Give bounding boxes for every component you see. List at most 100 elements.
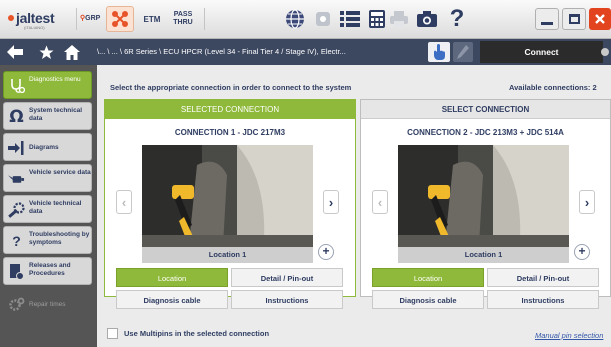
- grp-label: GRP: [85, 15, 101, 22]
- detail-pinout-button[interactable]: Detail / Pin-out: [487, 268, 599, 287]
- logo-subtext: (ITALIANO): [24, 25, 45, 30]
- toolbar-divider: [204, 8, 205, 30]
- instructions-button[interactable]: Instructions: [487, 290, 599, 309]
- manual-mode-button[interactable]: [428, 42, 450, 62]
- sidebar-item-vehicle-technical-data[interactable]: Vehicle technical data: [3, 195, 92, 223]
- location-button[interactable]: Location: [116, 268, 228, 287]
- multipins-checkbox[interactable]: [107, 328, 118, 339]
- connector-location-photo: [398, 145, 569, 263]
- etm-button[interactable]: ETM: [138, 6, 166, 32]
- previous-location-button[interactable]: ‹: [372, 190, 388, 214]
- sidebar-item-troubleshooting[interactable]: ? Troubleshooting by symptoms: [3, 226, 92, 254]
- sidebar-item-label: Diagnostics menu: [29, 76, 81, 83]
- location-label: Location 1: [142, 247, 313, 263]
- pass-label-2: THRU: [173, 19, 193, 26]
- zoom-in-button[interactable]: +: [318, 244, 334, 260]
- connect-button[interactable]: Connect: [480, 41, 603, 63]
- pass-thru-button[interactable]: PASS THRU: [169, 6, 197, 32]
- sidebar-item-vehicle-service-data[interactable]: Vehicle service data: [3, 164, 92, 192]
- panel-header: SELECT CONNECTION: [361, 100, 610, 119]
- multipins-option[interactable]: Use Multipins in the selected connection: [107, 328, 269, 339]
- help-button[interactable]: ?: [444, 6, 470, 32]
- sidebar-item-label: Diagrams: [29, 144, 59, 151]
- zoom-in-button[interactable]: +: [574, 244, 590, 260]
- instruction-text: Select the appropriate connection in ord…: [110, 83, 352, 92]
- oil-can-icon: [8, 171, 25, 186]
- sidebar-item-diagrams[interactable]: Diagrams: [3, 133, 92, 161]
- pencil-icon: [457, 45, 469, 59]
- sidebar-item-label: Vehicle service data: [29, 169, 91, 176]
- top-toolbar: jaltest (ITALIANO) ⚲GRP ETM PASS THRU ?: [0, 0, 611, 39]
- location-button[interactable]: Location: [372, 268, 484, 287]
- next-location-button[interactable]: ›: [323, 190, 339, 214]
- stethoscope-icon: [8, 78, 25, 93]
- connection-title: CONNECTION 1 - JDC 217M3: [174, 128, 286, 137]
- sidebar-item-label: Repair times: [29, 301, 66, 308]
- camera-button[interactable]: [414, 7, 440, 31]
- connection-panel-1[interactable]: SELECTED CONNECTION CONNECTION 1 - JDC 2…: [104, 99, 356, 309]
- list-button[interactable]: [337, 7, 363, 31]
- logo-dot-icon: [8, 15, 14, 21]
- logo-text: jaltest: [16, 10, 55, 26]
- internet-button[interactable]: [282, 7, 308, 31]
- breadcrumb: \... \ ... \ 6R Series \ ECU HPCR (Level…: [97, 47, 346, 56]
- home-button[interactable]: [64, 44, 80, 60]
- tag-icon: [316, 12, 330, 26]
- connection-title: CONNECTION 2 - JDC 213M3 + JDC 514A: [407, 128, 564, 137]
- sidebar: Diagnostics menu Ω System technical data…: [0, 65, 97, 347]
- detail-pinout-button[interactable]: Detail / Pin-out: [231, 268, 343, 287]
- previous-location-button[interactable]: ‹: [116, 190, 132, 214]
- manual-pin-selection-link[interactable]: Manual pin selection: [535, 331, 603, 340]
- globe-icon: [286, 9, 304, 29]
- back-button[interactable]: [7, 44, 23, 60]
- minimize-button[interactable]: [535, 8, 559, 30]
- diagram-arrow-icon: [8, 140, 25, 155]
- network-tool-button[interactable]: [106, 6, 134, 32]
- diagnosis-cable-button[interactable]: Diagnosis cable: [372, 290, 484, 309]
- available-connections-count: Available connections: 2: [509, 83, 597, 92]
- favorites-button[interactable]: [38, 44, 54, 60]
- sidebar-item-repair-times: Repair times: [3, 290, 92, 318]
- main-content: Select the appropriate connection in ord…: [97, 65, 611, 347]
- wrench-gear-icon: [8, 201, 25, 218]
- document-gear-icon: [8, 263, 25, 280]
- sidebar-item-system-technical-data[interactable]: Ω System technical data: [3, 102, 92, 130]
- grp-button[interactable]: ⚲GRP: [76, 8, 102, 30]
- jaltest-logo: jaltest (ITALIANO): [6, 8, 76, 30]
- navigation-bar: \... \ ... \ 6R Series \ ECU HPCR (Level…: [0, 39, 611, 65]
- sidebar-item-diagnostics-menu[interactable]: Diagnostics menu: [3, 71, 92, 99]
- sidebar-item-label: Troubleshooting by symptoms: [29, 231, 90, 246]
- minimize-icon: [541, 21, 553, 25]
- camera-icon: [417, 11, 437, 27]
- star-icon: [39, 45, 53, 59]
- question-gear-icon: ?: [12, 232, 21, 249]
- hand-pointer-icon: [434, 44, 445, 60]
- close-button[interactable]: [589, 8, 611, 30]
- panel-header: SELECTED CONNECTION: [105, 100, 355, 119]
- instructions-button[interactable]: Instructions: [231, 290, 343, 309]
- arrow-left-icon: [7, 45, 23, 59]
- connector-location-photo: [142, 145, 313, 263]
- connection-status-indicator: [601, 48, 609, 56]
- diagnosis-cable-button[interactable]: Diagnosis cable: [116, 290, 228, 309]
- tag-button[interactable]: [310, 7, 336, 31]
- calculator-icon: [369, 10, 385, 28]
- edit-button[interactable]: [453, 42, 473, 62]
- location-label: Location 1: [398, 247, 569, 263]
- home-icon: [64, 44, 80, 60]
- sidebar-item-label: Releases and Procedures: [29, 262, 71, 277]
- next-location-button[interactable]: ›: [579, 190, 595, 214]
- maximize-button[interactable]: [562, 8, 586, 30]
- network-icon: [112, 11, 128, 27]
- repair-gears-icon: [8, 297, 25, 312]
- list-icon: [340, 11, 360, 27]
- printer-icon: [390, 11, 408, 27]
- connection-panel-2[interactable]: SELECT CONNECTION CONNECTION 2 - JDC 213…: [360, 99, 611, 309]
- printer-button[interactable]: [386, 7, 412, 31]
- sidebar-item-label: Vehicle technical data: [29, 200, 82, 215]
- sidebar-item-label: System technical data: [29, 107, 83, 122]
- close-icon: [595, 14, 605, 24]
- ohm-icon: Ω: [9, 106, 24, 127]
- sidebar-item-releases-and-procedures[interactable]: Releases and Procedures: [3, 257, 92, 285]
- multipins-label: Use Multipins in the selected connection: [124, 329, 270, 338]
